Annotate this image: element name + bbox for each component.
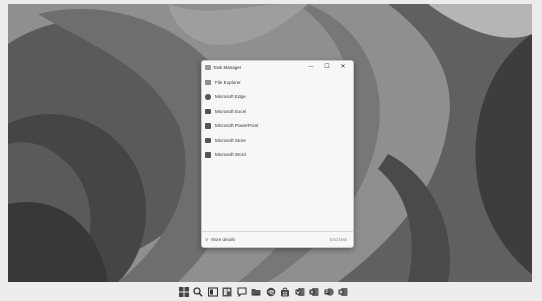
process-label: Microsoft Excel xyxy=(215,108,247,114)
search-icon[interactable] xyxy=(193,287,204,298)
powerpoint-icon xyxy=(205,123,211,129)
process-label: Microsoft PowerPoint xyxy=(215,123,259,129)
close-button[interactable]: ✕ xyxy=(335,62,351,72)
chat-icon[interactable] xyxy=(236,287,247,298)
file-explorer-icon[interactable] xyxy=(251,287,262,298)
taskbar-app-icon[interactable] xyxy=(338,287,349,298)
process-label: Microsoft Word xyxy=(215,152,246,158)
process-list: File Explorer Microsoft Edge Microsoft E… xyxy=(202,73,353,162)
word-icon xyxy=(205,152,211,158)
chevron-down-icon: ∨ xyxy=(205,236,209,242)
list-item[interactable]: File Explorer xyxy=(202,75,353,90)
taskbar xyxy=(8,282,532,301)
maximize-button[interactable]: ☐ xyxy=(319,62,335,72)
taskbar-icons xyxy=(178,286,352,298)
close-icon: ✕ xyxy=(340,64,346,70)
list-item[interactable]: Microsoft Word xyxy=(202,148,353,163)
task-view-icon[interactable] xyxy=(207,287,218,298)
window-title: Task Manager xyxy=(213,64,242,70)
edge-icon[interactable] xyxy=(265,287,276,298)
process-label: File Explorer xyxy=(215,79,241,85)
more-details-button[interactable]: ∨ More details xyxy=(205,237,235,243)
minimize-button[interactable]: — xyxy=(303,62,319,72)
window-controls: — ☐ ✕ xyxy=(303,61,351,73)
powerpoint-icon[interactable] xyxy=(323,287,334,298)
excel-icon[interactable] xyxy=(309,287,320,298)
more-details-label: More details xyxy=(211,237,236,242)
task-manager-window: Task Manager — ☐ ✕ File Explorer Microso… xyxy=(201,60,354,248)
list-item[interactable]: Microsoft Edge xyxy=(202,90,353,105)
excel-icon xyxy=(205,108,211,114)
folder-icon xyxy=(205,79,211,85)
list-item[interactable]: Microsoft Excel xyxy=(202,104,353,119)
store-icon[interactable] xyxy=(280,287,291,298)
desktop-screen: Task Manager — ☐ ✕ File Explorer Microso… xyxy=(0,0,542,301)
widgets-icon[interactable] xyxy=(222,287,233,298)
minimize-icon: — xyxy=(308,63,314,70)
list-item[interactable]: Microsoft PowerPoint xyxy=(202,119,353,134)
edge-icon xyxy=(205,94,211,100)
store-icon xyxy=(205,137,211,143)
end-task-button[interactable]: End task xyxy=(330,237,347,242)
start-icon[interactable] xyxy=(178,287,189,298)
process-label: Microsoft Edge xyxy=(215,94,246,100)
title-bar[interactable]: Task Manager — ☐ ✕ xyxy=(202,61,353,73)
list-item[interactable]: Microsoft Store xyxy=(202,133,353,148)
window-footer: ∨ More details End task xyxy=(202,231,353,247)
process-label: Microsoft Store xyxy=(215,137,246,143)
word-icon[interactable] xyxy=(294,287,305,298)
maximize-icon: ☐ xyxy=(324,64,330,70)
task-manager-app-icon xyxy=(205,64,211,70)
